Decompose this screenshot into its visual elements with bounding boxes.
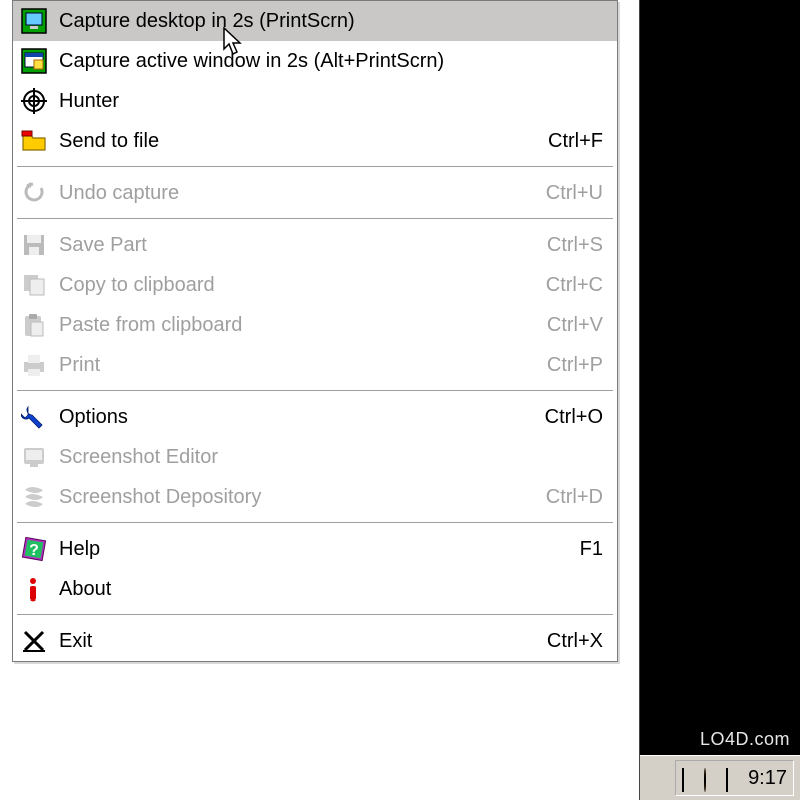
menu-separator (17, 522, 613, 524)
menu-item-capture-window[interactable]: Capture active window in 2s (Alt+PrintSc… (13, 41, 617, 81)
menu-item-label: Copy to clipboard (59, 274, 534, 297)
system-tray[interactable]: 9:17 (675, 760, 794, 796)
paste-icon (19, 310, 49, 340)
menu-separator (17, 166, 613, 168)
menu-item-shortcut: Ctrl+U (546, 182, 603, 205)
menu-item-label: Save Part (59, 234, 535, 257)
print-icon (19, 350, 49, 380)
menu-item-label: Undo capture (59, 182, 534, 205)
menu-item-label: Print (59, 354, 535, 377)
watermark-text: LO4D.com (700, 729, 790, 750)
menu-item-label: Options (59, 406, 533, 429)
menu-item-about[interactable]: About (13, 569, 617, 609)
menu-separator (17, 390, 613, 392)
help-icon: ? (19, 534, 49, 564)
context-menu: Capture desktop in 2s (PrintScrn) Captur… (12, 0, 618, 662)
tray-volume-icon[interactable] (704, 769, 722, 787)
menu-item-label: Capture active window in 2s (Alt+PrintSc… (59, 50, 591, 73)
menu-item-label: Screenshot Editor (59, 446, 591, 469)
menu-item-shortcut: Ctrl+P (547, 354, 603, 377)
menu-item-send-to-file[interactable]: Send to file Ctrl+F (13, 121, 617, 161)
menu-item-label: Screenshot Depository (59, 486, 534, 509)
taskbar[interactable]: 9:17 (640, 755, 800, 800)
copy-icon (19, 270, 49, 300)
depository-icon (19, 482, 49, 512)
menu-item-undo-capture: Undo capture Ctrl+U (13, 173, 617, 213)
folder-icon (19, 126, 49, 156)
capture-window-icon (19, 46, 49, 76)
right-panel: 9:17 (640, 0, 800, 800)
exit-icon (19, 626, 49, 656)
wrench-icon (19, 402, 49, 432)
menu-item-hunter[interactable]: Hunter (13, 81, 617, 121)
target-icon (19, 86, 49, 116)
menu-item-shortcut: Ctrl+S (547, 234, 603, 257)
menu-item-paste: Paste from clipboard Ctrl+V (13, 305, 617, 345)
editor-icon (19, 442, 49, 472)
menu-item-label: Paste from clipboard (59, 314, 535, 337)
menu-item-capture-desktop[interactable]: Capture desktop in 2s (PrintScrn) (13, 1, 617, 41)
menu-item-save-part: Save Part Ctrl+S (13, 225, 617, 265)
menu-separator (17, 218, 613, 220)
menu-item-screenshot-editor: Screenshot Editor (13, 437, 617, 477)
menu-item-label: About (59, 578, 591, 601)
tray-language-icon[interactable] (726, 769, 744, 787)
menu-item-shortcut: Ctrl+V (547, 314, 603, 337)
svg-text:?: ? (29, 542, 39, 559)
menu-item-options[interactable]: Options Ctrl+O (13, 397, 617, 437)
menu-item-shortcut: Ctrl+D (546, 486, 603, 509)
menu-item-shortcut: Ctrl+X (547, 630, 603, 653)
menu-item-shortcut: Ctrl+C (546, 274, 603, 297)
menu-item-screenshot-depository: Screenshot Depository Ctrl+D (13, 477, 617, 517)
menu-item-exit[interactable]: Exit Ctrl+X (13, 621, 617, 661)
undo-icon (19, 178, 49, 208)
save-icon (19, 230, 49, 260)
menu-item-copy: Copy to clipboard Ctrl+C (13, 265, 617, 305)
menu-item-shortcut: Ctrl+O (545, 406, 603, 429)
menu-item-label: Capture desktop in 2s (PrintScrn) (59, 10, 591, 33)
menu-item-help[interactable]: ? Help F1 (13, 529, 617, 569)
info-icon (19, 574, 49, 604)
tray-app-icon[interactable] (682, 769, 700, 787)
menu-item-label: Send to file (59, 130, 536, 153)
taskbar-clock[interactable]: 9:17 (748, 767, 787, 790)
menu-item-print: Print Ctrl+P (13, 345, 617, 385)
menu-separator (17, 614, 613, 616)
menu-item-shortcut: F1 (580, 538, 603, 561)
menu-item-label: Hunter (59, 90, 591, 113)
menu-item-label: Help (59, 538, 568, 561)
capture-desktop-icon (19, 6, 49, 36)
menu-item-label: Exit (59, 630, 535, 653)
menu-item-shortcut: Ctrl+F (548, 130, 603, 153)
